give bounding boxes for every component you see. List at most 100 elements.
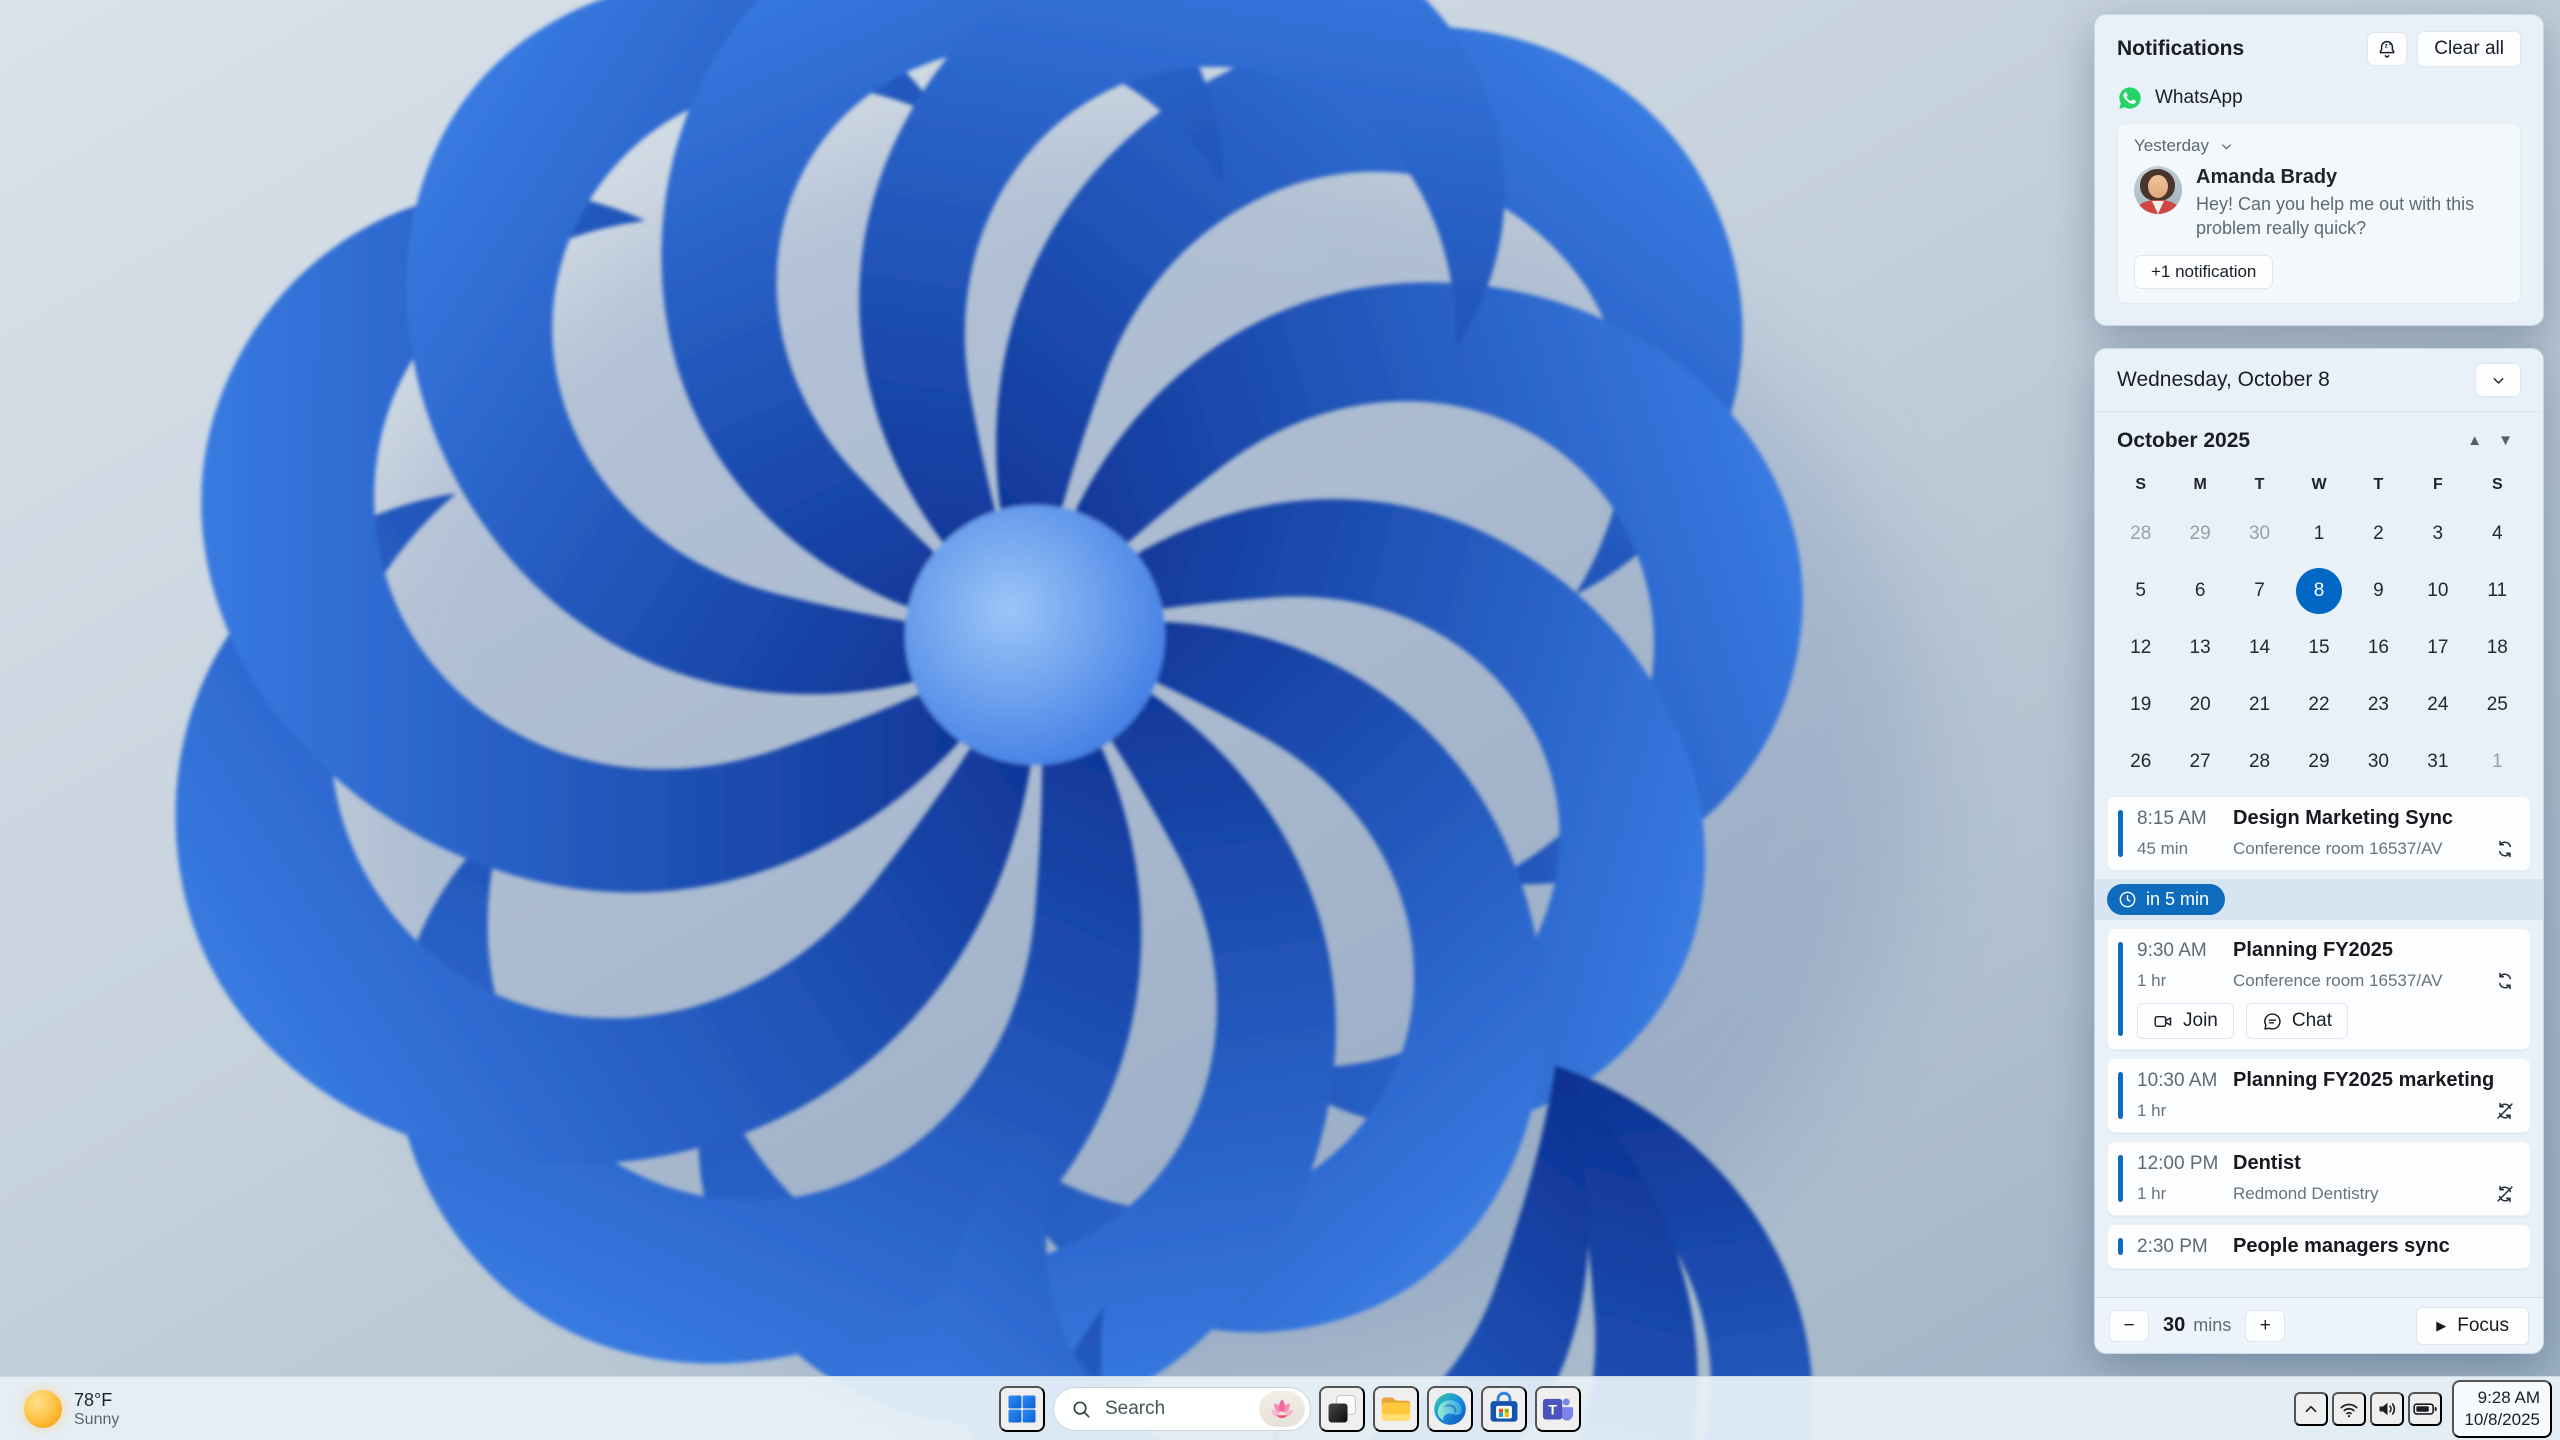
weekday-header: M [2193,476,2207,493]
recurrence-off-icon [2492,1183,2516,1205]
calendar-day[interactable]: 16 [2349,619,2408,676]
chevron-down-icon[interactable] [2219,139,2234,154]
calendar-event-card[interactable]: 12:00 PM Dentist 1 hr Redmond Dentistry [2107,1141,2531,1216]
calendar-day[interactable]: 28 [2111,505,2170,562]
start-focus-button[interactable]: ▶ Focus [2416,1306,2529,1345]
search-box[interactable]: Search [1053,1387,1311,1431]
calendar-day[interactable]: 31 [2408,733,2467,790]
calendar-date-header: Wednesday, October 8 [2117,368,2330,391]
search-highlight-badge[interactable] [1259,1391,1305,1427]
microsoft-store-button[interactable] [1481,1386,1527,1432]
svg-text:z: z [2385,44,2388,50]
edge-button[interactable] [1427,1386,1473,1432]
notification-message: Hey! Can you help me out with this probl… [2196,194,2475,238]
calendar-day[interactable]: 14 [2230,619,2289,676]
event-time: 9:30 AM [2137,940,2207,961]
recurrence-off-icon [2492,1100,2516,1122]
battery-icon [2412,1396,2438,1422]
calendar-event-card[interactable]: 2:30 PM People managers sync [2107,1224,2531,1269]
calendar-day[interactable]: 23 [2349,676,2408,733]
chat-button[interactable]: Chat [2245,1003,2348,1039]
weather-widget[interactable]: 78°F Sunny [14,1377,129,1440]
notification-sender: Amanda Brady [2196,166,2338,188]
calendar-day[interactable]: 12 [2111,619,2170,676]
event-accent-bar [2118,1155,2123,1202]
event-time: 10:30 AM [2137,1070,2218,1091]
hidden-icons-button[interactable] [2294,1392,2329,1426]
calendar-day[interactable]: 10 [2408,562,2467,619]
calendar-day[interactable]: 15 [2289,619,2348,676]
calendar-day[interactable]: 29 [2170,505,2229,562]
video-icon [2153,1011,2174,1032]
weekday-header: S [2491,476,2503,493]
clock-and-date[interactable]: 9:28 AM 10/8/2025 [2452,1379,2552,1439]
calendar-day[interactable]: 1 [2468,733,2527,790]
calendar-day[interactable]: 6 [2170,562,2229,619]
windows-start-icon [1004,1391,1040,1427]
calendar-day[interactable]: 30 [2349,733,2408,790]
calendar-day[interactable]: 29 [2289,733,2348,790]
event-accent-bar [2118,1072,2123,1119]
calendar-event-card[interactable]: 8:15 AM Design Marketing Sync 45 min Con… [2107,796,2531,871]
tray-time: 9:28 AM [2477,1387,2540,1407]
calendar-day[interactable]: 30 [2230,505,2289,562]
decrease-duration-button[interactable]: − [2109,1309,2149,1342]
calendar-day[interactable]: 27 [2170,733,2229,790]
increase-duration-button[interactable]: + [2245,1309,2286,1342]
notification-card[interactable]: Yesterday Amanda Brady Hey! Can you help… [2117,123,2521,304]
calendar-day[interactable]: 4 [2468,505,2527,562]
month-navigation-row: October 2025 ▲ ▼ [2095,412,2543,457]
calendar-day[interactable]: 1 [2289,505,2348,562]
volume-button[interactable] [2370,1392,2405,1426]
calendar-day[interactable]: 3 [2408,505,2467,562]
calendar-day[interactable]: 21 [2230,676,2289,733]
reminder-label: in 5 min [2146,889,2210,909]
clear-all-button[interactable]: Clear all [2417,31,2521,67]
event-title: Planning FY2025 marketing [2233,1069,2495,1091]
reminder-chip[interactable]: in 5 min [2107,884,2226,915]
calendar-day[interactable]: 11 [2468,562,2527,619]
task-view-button[interactable] [1319,1386,1365,1432]
previous-month-icon[interactable]: ▲ [2459,428,2490,453]
calendar-day[interactable]: 19 [2111,676,2170,733]
more-notifications-button[interactable]: +1 notification [2134,254,2274,289]
calendar-day[interactable]: 22 [2289,676,2348,733]
calendar-day-selected[interactable]: 8 [2289,562,2348,619]
chevron-up-icon [2300,1398,2322,1420]
event-accent-bar [2118,1238,2123,1255]
calendar-day[interactable]: 13 [2170,619,2229,676]
lotus-icon [1268,1395,1296,1423]
start-button[interactable] [999,1386,1045,1432]
calendar-day[interactable]: 17 [2408,619,2467,676]
calendar-day[interactable]: 18 [2468,619,2527,676]
file-explorer-button[interactable] [1373,1386,1419,1432]
battery-button[interactable] [2408,1392,2443,1426]
bell-snooze-icon: z z [2375,37,2399,61]
wifi-button[interactable] [2332,1392,2367,1426]
notification-snooze-button[interactable]: z z [2367,32,2408,66]
calendar-event-card[interactable]: 9:30 AM Planning FY2025 1 hr Conference … [2107,928,2531,1050]
calendar-day[interactable]: 26 [2111,733,2170,790]
calendar-day[interactable]: 5 [2111,562,2170,619]
calendar-day[interactable]: 9 [2349,562,2408,619]
chat-icon [2262,1011,2283,1032]
calendar-day[interactable]: 20 [2170,676,2229,733]
notification-app-group[interactable]: WhatsApp [2117,85,2521,111]
weekday-header: W [2311,476,2327,493]
teams-button[interactable]: T [1535,1386,1581,1432]
calendar-day[interactable]: 2 [2349,505,2408,562]
calendar-event-card[interactable]: 10:30 AM Planning FY2025 marketing 1 hr [2107,1058,2531,1133]
calendar-day[interactable]: 24 [2408,676,2467,733]
calendar-collapse-button[interactable] [2475,363,2521,397]
join-button[interactable]: Join [2137,1003,2234,1039]
calendar-day[interactable]: 25 [2468,676,2527,733]
calendar-day[interactable]: 28 [2230,733,2289,790]
calendar-day[interactable]: 7 [2230,562,2289,619]
event-duration: 1 hr [2137,971,2167,990]
next-month-icon[interactable]: ▼ [2490,428,2521,453]
weekday-header: T [2254,476,2265,493]
recurrence-icon [2492,970,2516,992]
event-time: 12:00 PM [2137,1153,2219,1174]
focus-button-label: Focus [2457,1314,2509,1336]
wifi-icon [2337,1397,2361,1421]
